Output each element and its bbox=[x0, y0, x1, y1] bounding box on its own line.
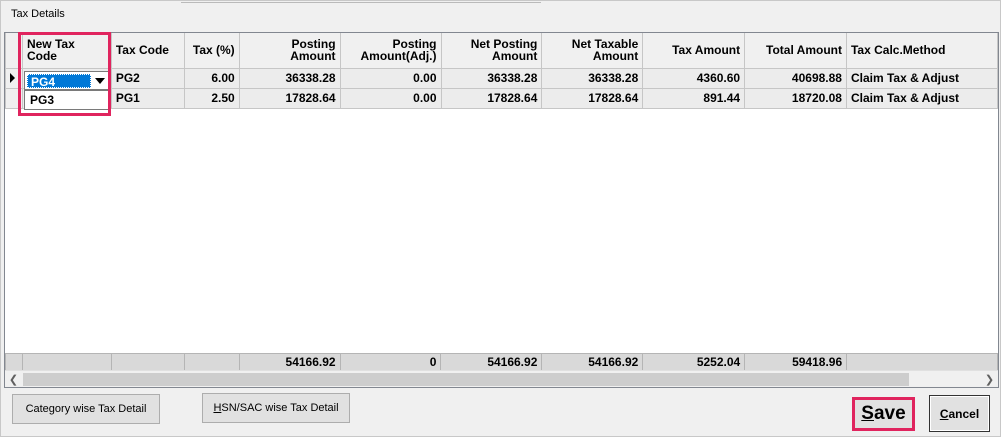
cancel-mnemonic: C bbox=[939, 406, 949, 421]
background-artifact bbox=[181, 0, 541, 3]
row-header-current[interactable] bbox=[5, 67, 23, 89]
hsn-sac-wise-tax-detail-button[interactable]: H SN/SAC wise Tax Detail bbox=[202, 393, 350, 423]
save-label: ave bbox=[873, 403, 906, 424]
col-header-net-posting-amount[interactable]: Net Posting Amount bbox=[440, 33, 543, 69]
cancel-label: ancel bbox=[948, 406, 980, 421]
total-posting-amount-adj: 0 bbox=[339, 353, 442, 371]
new-tax-code-combo[interactable]: PG4 bbox=[24, 71, 110, 90]
category-wise-tax-detail-button[interactable]: Category wise Tax Detail bbox=[12, 394, 160, 424]
chevron-down-icon bbox=[95, 78, 105, 84]
cell-tax-pct[interactable]: 2.50 bbox=[183, 87, 240, 109]
cell-posting-amount[interactable]: 17828.64 bbox=[238, 87, 341, 109]
row-header-corner bbox=[5, 33, 23, 69]
combo-option-pg3[interactable]: PG3 bbox=[24, 90, 110, 110]
cell-posting-amount-adj[interactable]: 0.00 bbox=[339, 87, 442, 109]
totals-row: 54166.92 0 54166.92 54166.92 5252.04 594… bbox=[5, 353, 998, 371]
totals-spacer bbox=[183, 353, 240, 371]
combo-selected-value[interactable]: PG4 bbox=[27, 74, 91, 89]
total-net-taxable-amount: 54166.92 bbox=[541, 353, 644, 371]
horizontal-scrollbar[interactable]: ❮ ❯ bbox=[5, 370, 998, 387]
col-header-total-amount[interactable]: Total Amount bbox=[744, 33, 847, 69]
cancel-button[interactable]: Cancel bbox=[929, 395, 990, 432]
cell-tax-amount[interactable]: 4360.60 bbox=[642, 67, 746, 89]
cell-tax-code[interactable]: PG2 bbox=[110, 67, 185, 89]
scroll-left-icon[interactable]: ❮ bbox=[5, 371, 22, 387]
col-header-tax-code[interactable]: Tax Code bbox=[110, 33, 185, 69]
totals-spacer bbox=[846, 353, 998, 371]
cell-tax-code[interactable]: PG1 bbox=[110, 87, 185, 109]
col-header-tax-pct[interactable]: Tax (%) bbox=[183, 33, 240, 69]
cell-tax-amount[interactable]: 891.44 bbox=[642, 87, 746, 109]
grid-body: New Tax Code Tax Code Tax (%) Posting Am… bbox=[5, 33, 998, 371]
hsn-label: SN/SAC wise Tax Detail bbox=[221, 402, 339, 414]
col-header-net-taxable-amount[interactable]: Net Taxable Amount bbox=[541, 33, 644, 69]
total-posting-amount: 54166.92 bbox=[238, 353, 341, 371]
totals-spacer bbox=[110, 353, 185, 371]
scrollbar-thumb[interactable] bbox=[23, 373, 909, 386]
table-row[interactable]: PG2 6.00 36338.28 0.00 36338.28 36338.28… bbox=[5, 67, 998, 89]
totals-spacer bbox=[5, 353, 23, 371]
col-header-tax-amount[interactable]: Tax Amount bbox=[642, 33, 746, 69]
cell-posting-amount[interactable]: 36338.28 bbox=[238, 67, 341, 89]
cell-tax-calc-method[interactable]: Claim Tax & Adjust bbox=[845, 67, 998, 89]
tax-grid: New Tax Code Tax Code Tax (%) Posting Am… bbox=[4, 32, 999, 388]
combo-dropdown-button[interactable] bbox=[92, 73, 108, 89]
cell-net-posting-amount[interactable]: 36338.28 bbox=[440, 67, 543, 89]
total-tax-amount: 5252.04 bbox=[642, 353, 746, 371]
tax-table: New Tax Code Tax Code Tax (%) Posting Am… bbox=[5, 33, 998, 109]
cell-net-posting-amount[interactable]: 17828.64 bbox=[440, 87, 543, 109]
scroll-right-icon[interactable]: ❯ bbox=[981, 371, 998, 387]
cell-net-taxable-amount[interactable]: 17828.64 bbox=[541, 87, 644, 109]
window-title: Tax Details bbox=[11, 8, 65, 20]
save-button[interactable]: Save bbox=[852, 397, 915, 431]
col-header-posting-amount[interactable]: Posting Amount bbox=[238, 33, 341, 69]
col-header-new-tax-code[interactable]: New Tax Code bbox=[21, 33, 112, 69]
col-header-tax-calc-method[interactable]: Tax Calc.Method bbox=[845, 33, 998, 69]
hsn-mnemonic: H bbox=[213, 402, 222, 414]
table-row[interactable]: PG1 2.50 17828.64 0.00 17828.64 17828.64… bbox=[5, 87, 998, 109]
total-total-amount: 59418.96 bbox=[744, 353, 848, 371]
cell-total-amount[interactable]: 18720.08 bbox=[744, 87, 847, 109]
current-row-arrow-icon bbox=[10, 73, 15, 83]
cell-tax-calc-method[interactable]: Claim Tax & Adjust bbox=[845, 87, 998, 109]
total-net-posting-amount: 54166.92 bbox=[440, 353, 543, 371]
cell-posting-amount-adj[interactable]: 0.00 bbox=[339, 67, 442, 89]
cell-tax-pct[interactable]: 6.00 bbox=[183, 67, 240, 89]
totals-spacer bbox=[21, 353, 112, 371]
col-header-posting-amount-adj[interactable]: Posting Amount(Adj.) bbox=[339, 33, 442, 69]
cell-total-amount[interactable]: 40698.88 bbox=[744, 67, 847, 89]
cell-net-taxable-amount[interactable]: 36338.28 bbox=[541, 67, 644, 89]
save-mnemonic: S bbox=[861, 403, 874, 424]
row-header[interactable] bbox=[5, 87, 23, 109]
tax-details-window: Tax Details New Tax Code Tax Code Tax (%… bbox=[0, 0, 1001, 437]
